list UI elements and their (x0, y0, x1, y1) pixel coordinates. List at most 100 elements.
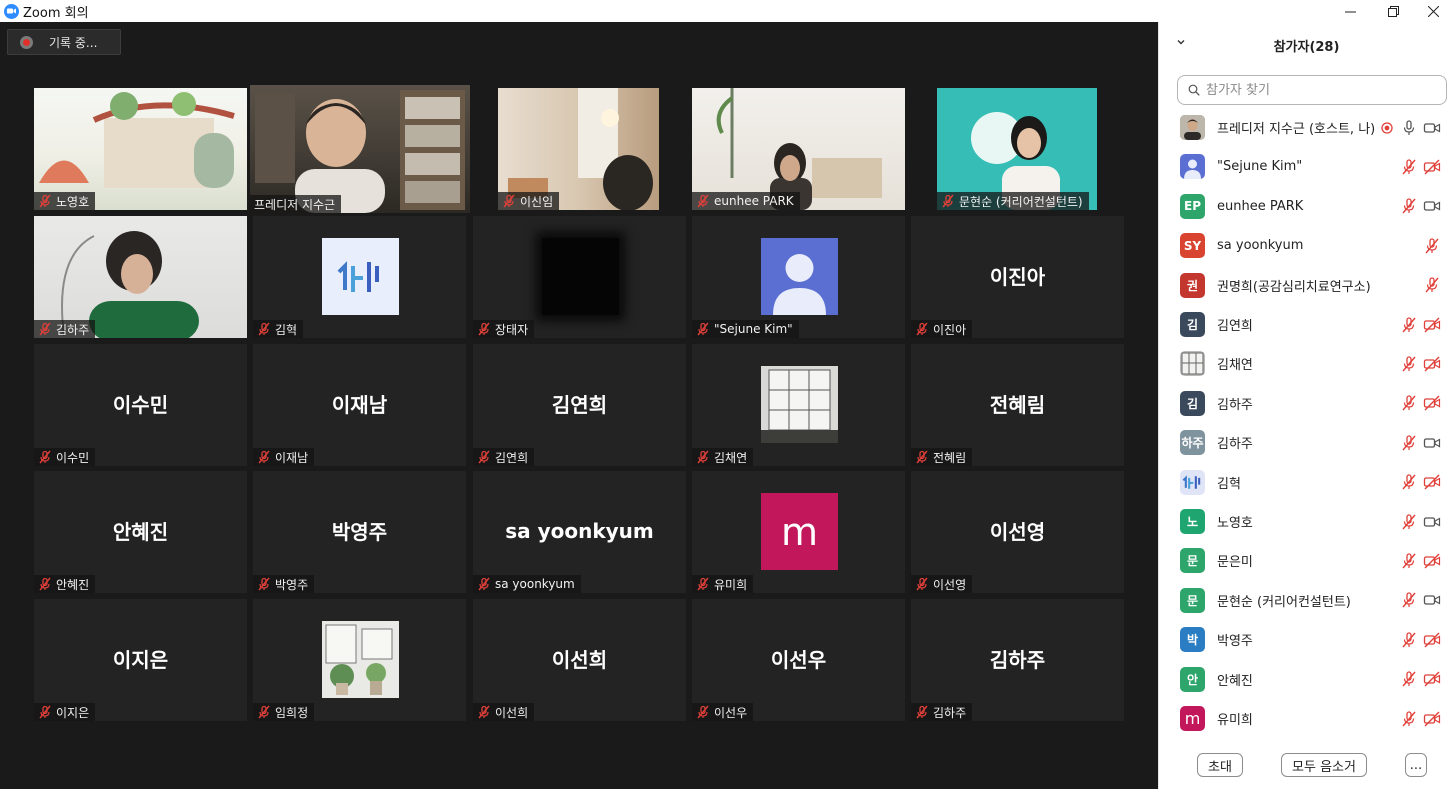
video-tile[interactable]: 장태자 (473, 216, 686, 338)
video-off-icon[interactable] (1423, 710, 1441, 728)
mic-muted-icon[interactable] (1400, 473, 1418, 491)
video-tile[interactable]: "Sejune Kim" (692, 216, 905, 338)
mic-muted-icon[interactable] (1423, 276, 1441, 294)
invite-button[interactable]: 초대 (1197, 753, 1243, 777)
logo-image (337, 260, 379, 292)
video-tile[interactable]: 박영주 박영주 (253, 471, 466, 593)
avatar: 박 (1180, 627, 1205, 653)
participant-row[interactable]: "Sejune Kim" (1159, 147, 1453, 186)
mic-muted-icon[interactable] (1400, 158, 1418, 176)
video-off-icon[interactable] (1423, 552, 1441, 570)
video-tile[interactable]: 문현순 (커리어컨설턴트) (937, 88, 1097, 210)
participant-row[interactable]: 김혁 (1159, 463, 1453, 502)
participant-row[interactable]: 김 김하주 (1159, 384, 1453, 423)
mic-muted-icon[interactable] (1400, 710, 1418, 728)
video-tile[interactable]: 이선영 이선영 (911, 471, 1124, 593)
participant-row[interactable]: 하주 김하주 (1159, 423, 1453, 462)
mic-muted-icon[interactable] (1400, 670, 1418, 688)
video-tile[interactable]: 김채연 (692, 344, 905, 466)
more-button[interactable]: ... (1405, 753, 1427, 777)
video-tile[interactable]: 전혜림 전혜림 (911, 344, 1124, 466)
mic-muted-icon[interactable] (1400, 552, 1418, 570)
video-off-icon[interactable] (1423, 473, 1441, 491)
mic-muted-icon[interactable] (1423, 237, 1441, 255)
tile-name-label: 이선영 (911, 575, 973, 593)
mic-muted-icon (697, 705, 709, 719)
recording-indicator[interactable]: 기록 중... (7, 29, 121, 55)
mic-muted-icon[interactable] (1400, 197, 1418, 215)
tile-name-text: eunhee PARK (714, 194, 794, 208)
video-tile[interactable]: 김하주 김하주 (911, 599, 1124, 721)
video-tile[interactable]: m 유미희 (692, 471, 905, 593)
mic-icon[interactable] (1400, 119, 1418, 137)
mic-muted-icon[interactable] (1400, 631, 1418, 649)
video-tile[interactable]: 이수민 이수민 (34, 344, 247, 466)
avatar: SY (1180, 233, 1205, 259)
video-off-icon[interactable] (1423, 158, 1441, 176)
mic-muted-icon[interactable] (1400, 591, 1418, 609)
video-icon[interactable] (1423, 434, 1441, 452)
participant-row[interactable]: 김 김연희 (1159, 305, 1453, 344)
window-image (1181, 352, 1204, 375)
participant-row[interactable]: 문 문은미 (1159, 541, 1453, 580)
avatar: 문 (1180, 548, 1205, 574)
participant-display-name: 김연희 (551, 393, 608, 418)
video-tile[interactable]: 김하주 (34, 216, 247, 338)
mic-muted-icon[interactable] (1400, 394, 1418, 412)
participant-row[interactable]: 노 노영호 (1159, 502, 1453, 541)
search-input[interactable] (1206, 82, 1436, 98)
minimize-button[interactable] (1330, 0, 1370, 22)
video-tile[interactable]: 프레디저 지수근 (250, 85, 470, 213)
video-tile[interactable]: 안혜진 안혜진 (34, 471, 247, 593)
video-icon[interactable] (1423, 513, 1441, 531)
tile-name-label: 유미희 (692, 575, 754, 593)
restore-button[interactable] (1373, 0, 1413, 22)
video-off-icon[interactable] (1423, 355, 1441, 373)
participant-row[interactable]: m 유미희 (1159, 699, 1453, 738)
video-tile[interactable]: 노영호 (34, 88, 247, 210)
mic-muted-icon[interactable] (1400, 316, 1418, 334)
video-tile[interactable]: 이신임 (498, 88, 659, 210)
participant-row[interactable]: 문 문현순 (커리어컨설턴트) (1159, 581, 1453, 620)
tile-name-label: eunhee PARK (692, 192, 800, 210)
video-tile[interactable]: sa yoonkyum sa yoonkyum (473, 471, 686, 593)
video-icon[interactable] (1423, 197, 1441, 215)
participant-display-name: 전혜림 (989, 393, 1046, 418)
panel-footer: 초대 모두 음소거 ... (1159, 739, 1453, 789)
video-icon[interactable] (1423, 119, 1441, 137)
video-off-icon[interactable] (1423, 670, 1441, 688)
mic-muted-icon[interactable] (1400, 434, 1418, 452)
video-tile[interactable]: 이선우 이선우 (692, 599, 905, 721)
participant-row[interactable]: 박 박영주 (1159, 620, 1453, 659)
participant-row[interactable]: 권 권명희(공감심리치료연구소) (1159, 266, 1453, 305)
tile-name-label: 전혜림 (911, 448, 973, 466)
participant-row[interactable]: 프레디저 지수근 (호스트, 나) (1159, 108, 1453, 147)
participant-row[interactable]: 안 안혜진 (1159, 660, 1453, 699)
video-tile[interactable]: 김혁 (253, 216, 466, 338)
participant-row[interactable]: EP eunhee PARK (1159, 187, 1453, 226)
video-tile[interactable]: 이재남 이재남 (253, 344, 466, 466)
title-bar: Zoom 회의 (0, 0, 1453, 22)
mic-muted-icon[interactable] (1400, 513, 1418, 531)
participant-search[interactable] (1177, 75, 1447, 105)
close-button[interactable] (1413, 0, 1453, 22)
participant-row[interactable]: SY sa yoonkyum (1159, 226, 1453, 265)
mic-muted-icon[interactable] (1400, 355, 1418, 373)
video-tile[interactable]: 임희정 (253, 599, 466, 721)
tile-name-label: 이신임 (498, 192, 560, 210)
video-tile[interactable]: eunhee PARK (692, 88, 905, 210)
participant-row[interactable]: 김채연 (1159, 344, 1453, 383)
video-tile[interactable]: 김연희 김연희 (473, 344, 686, 466)
tile-name-text: 박영주 (275, 577, 309, 592)
profile-picture (322, 621, 399, 698)
tile-name-text: sa yoonkyum (495, 577, 575, 591)
video-tile[interactable]: 이선희 이선희 (473, 599, 686, 721)
video-off-icon[interactable] (1423, 631, 1441, 649)
video-tile[interactable]: 이진아 이진아 (911, 216, 1124, 338)
video-off-icon[interactable] (1423, 394, 1441, 412)
video-off-icon[interactable] (1423, 316, 1441, 334)
participant-display-name: 이지은 (112, 648, 169, 673)
mute-all-button[interactable]: 모두 음소거 (1281, 753, 1367, 777)
video-icon[interactable] (1423, 591, 1441, 609)
video-tile[interactable]: 이지은 이지은 (34, 599, 247, 721)
